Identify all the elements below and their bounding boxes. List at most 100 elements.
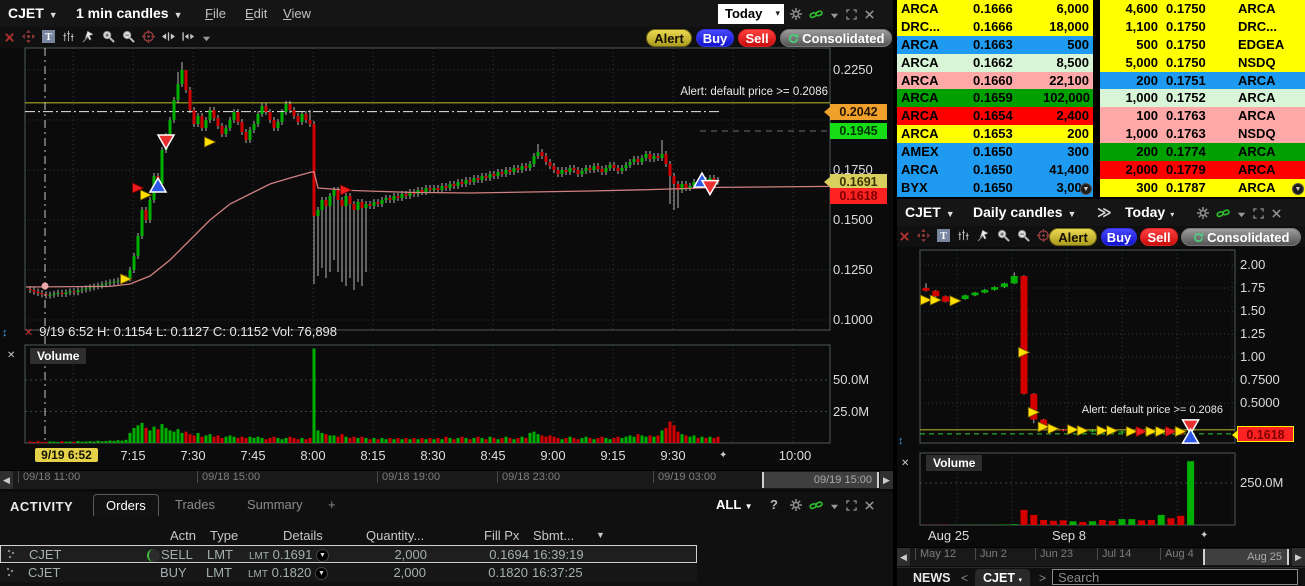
price-adjust-dropdown[interactable]: ▼ [316, 549, 329, 563]
level2-row[interactable]: ARCA 0.1654 2,400 [897, 107, 1093, 126]
prev-symbol-button[interactable]: < [961, 571, 968, 585]
activity-window: ACTIVITY Orders Trades Summary + ALL ▼ ?… [0, 492, 893, 586]
level2-row[interactable]: 100 0.1763 ARCA [1100, 107, 1305, 126]
help-icon[interactable]: ? [770, 497, 778, 512]
level2-bids: ARCA 0.1666 6,000 DRC... 0.1666 18,000 ARCA 0.1… [897, 0, 1093, 197]
level2-row[interactable]: 1,000 0.1763 NSDQ [1100, 125, 1305, 144]
level2-row[interactable]: 1,100 0.1750 DRC... [1100, 17, 1305, 36]
level2-row[interactable]: 4,600 0.1750 ARCA [1100, 0, 1305, 18]
price-chart-canvas[interactable] [0, 0, 893, 446]
level2-size: 200 [1067, 126, 1089, 142]
news-search-input[interactable] [1052, 569, 1298, 585]
bids-scroll-down-icon[interactable]: ▼ [1080, 183, 1092, 195]
win-close-gray-icon[interactable] [864, 498, 875, 516]
chart1-scrollbar[interactable]: ◀ 09/18 11:00 09/18 15:00 09/18 19:00 09/18 … [0, 470, 893, 489]
column-header-type[interactable]: Type [210, 528, 238, 543]
scrollbar-date-label: Jul 14 [1097, 548, 1131, 560]
marker-yr [1155, 425, 1168, 438]
level2-row[interactable]: ARCA 0.1653 200 [897, 125, 1093, 144]
order-submit-time: 16:39:19 [533, 547, 584, 562]
level2-row[interactable]: 5,000 0.1750 NSDQ [1100, 53, 1305, 72]
time-tick: 8:45 [480, 448, 506, 463]
tab-trades[interactable]: Trades [163, 494, 227, 515]
tab-add[interactable]: + [316, 494, 348, 515]
time-tick: 7:15 [120, 448, 146, 463]
level2-price: 0.1751 [1166, 72, 1206, 88]
row-grip-icon [7, 549, 16, 559]
level2-row[interactable]: BYX 0.1650 3,000 [897, 178, 1093, 197]
time-tick: 7:30 [180, 448, 206, 463]
level2-price: 0.1650 [973, 162, 1013, 178]
level2-row[interactable]: 200 0.1774 ARCA [1100, 143, 1305, 162]
column-header-sbmt[interactable]: Sbmt... [533, 528, 574, 543]
column-header-quantity[interactable]: Quantity... [366, 528, 424, 543]
level2-price: 0.1662 [973, 54, 1013, 70]
level2-price: 0.1659 [973, 90, 1013, 106]
level2-size: 6,000 [1056, 1, 1089, 16]
asks-scroll-down-icon[interactable]: ▼ [1292, 183, 1304, 195]
level2-size: 500 [1067, 36, 1089, 52]
level2-price: 0.1779 [1166, 162, 1206, 178]
level2-price: 0.1763 [1166, 126, 1206, 142]
column-header-details[interactable]: Details [283, 528, 323, 543]
level2-size: 41,400 [1049, 162, 1089, 178]
level2-row[interactable]: 300 0.1787 ARCA [1100, 178, 1305, 197]
win-caret-down-icon[interactable] [830, 498, 839, 516]
level2-row[interactable]: ARCA 0.1650 41,400 [897, 161, 1093, 179]
level2-mmid: ARCA [901, 72, 939, 88]
level2-row[interactable]: ARCA 0.1660 22,100 [897, 71, 1093, 90]
level2-row[interactable]: ARCA 0.1659 102,000 [897, 89, 1093, 108]
column-header-fillpx[interactable]: Fill Px [484, 528, 519, 543]
price-adjust-dropdown[interactable]: ▼ [315, 567, 328, 581]
level2-row[interactable]: ARCA 0.1663 500 [897, 35, 1093, 54]
order-quantity: 2,000 [393, 565, 426, 580]
filter-dropdown[interactable]: ALL ▼ [716, 497, 753, 512]
order-action: SELL [161, 547, 193, 562]
level2-row[interactable]: ARCA 0.1666 6,000 [897, 0, 1093, 18]
marker-yr [920, 294, 933, 306]
scrollbar-thumb[interactable]: Aug 25 [1203, 549, 1289, 565]
win-expand-icon[interactable] [846, 498, 857, 516]
level2-mmid: ARCA [901, 90, 939, 106]
scrollbar-thumb[interactable]: 09/19 15:00 [762, 472, 879, 488]
level2-size: 200 [1136, 72, 1158, 88]
scroll-right-button[interactable]: ▶ [1292, 548, 1305, 566]
order-row-sell[interactable]: CJET SELL LMT LMT 0.1691 ▼ 2,000 0.1694 16:39:… [0, 545, 697, 563]
level2-row[interactable]: DRC... 0.1666 18,000 [897, 17, 1093, 36]
level2-row[interactable]: 500 0.1750 EDGEA [1100, 35, 1305, 54]
level2-row[interactable]: ARCA 0.1662 8,500 [897, 53, 1093, 72]
win-link-icon[interactable] [809, 498, 823, 516]
tab-summary[interactable]: Summary [235, 494, 315, 515]
order-row-buy[interactable]: CJET BUY LMT LMT 0.1820 ▼ 2,000 0.1820 16:37:2… [0, 564, 697, 582]
level2-row[interactable]: AMEX 0.1650 300 [897, 143, 1093, 162]
order-fill-price: 0.1694 [489, 547, 529, 562]
level2-price: 0.1660 [973, 72, 1013, 88]
scroll-right-button[interactable]: ▶ [880, 471, 893, 489]
tab-orders[interactable]: Orders [93, 494, 159, 516]
marker-rd [156, 134, 176, 151]
next-symbol-button[interactable]: > [1039, 571, 1046, 585]
column-header-actn[interactable]: Actn [170, 528, 196, 543]
scroll-left-button[interactable]: ◀ [0, 471, 13, 489]
level2-asks: 4,600 0.1750 ARCA 1,100 0.1750 DRC... 500 0.175… [1100, 0, 1305, 197]
order-status-icon [147, 549, 160, 563]
level2-mmid: EDGEA [1238, 36, 1285, 52]
order-symbol: CJET [29, 547, 62, 562]
level2-price: 0.1787 [1166, 179, 1206, 195]
price-chart-canvas[interactable] [897, 199, 1305, 529]
level2-price: 0.1750 [1166, 1, 1206, 16]
level2-row[interactable]: 2,000 0.1779 ARCA [1100, 161, 1305, 179]
level2-row[interactable]: 1,000 0.1752 ARCA [1100, 89, 1305, 108]
level2-size: 4,600 [1125, 1, 1158, 16]
chart2-scrollbar[interactable]: ◀ May 12 Jun 2 Jun 23 Jul 14 Aug 4 Aug 25 ▶ [897, 547, 1305, 566]
level2-row[interactable]: 200 0.1751 ARCA [1100, 71, 1305, 90]
scroll-left-button[interactable]: ◀ [897, 548, 910, 566]
sort-indicator-icon[interactable]: ▼ [596, 530, 605, 540]
cursor-position-icon: ✦ [719, 450, 728, 461]
level2-size: 200 [1136, 144, 1158, 160]
win-gear-icon[interactable] [790, 498, 802, 516]
news-symbol-tab[interactable]: CJET ▾ [975, 569, 1030, 586]
level2-size: 300 [1067, 144, 1089, 160]
scrollbar-date-label: 09/19 03:00 [653, 471, 716, 483]
level2-mmid: ARCA [901, 126, 939, 142]
